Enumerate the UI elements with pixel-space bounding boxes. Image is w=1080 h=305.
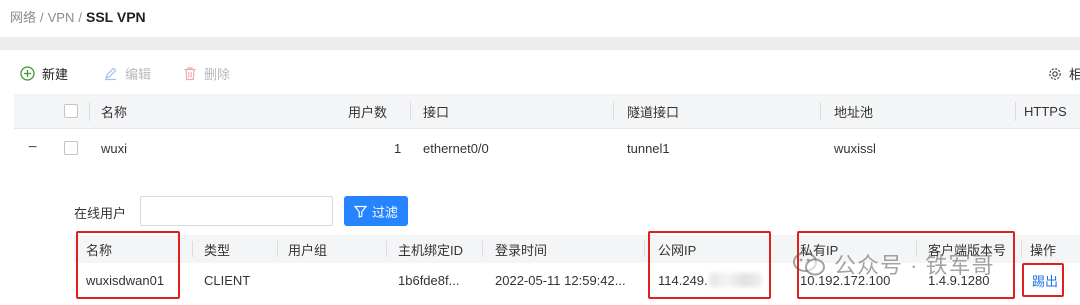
cell-name: wuxi xyxy=(101,140,128,156)
column-divider xyxy=(192,241,193,257)
column-divider xyxy=(89,102,90,121)
plus-circle-icon xyxy=(20,66,35,81)
new-button-label: 新建 xyxy=(42,67,69,82)
collapse-toggle[interactable]: − xyxy=(28,129,37,167)
filter-icon xyxy=(353,205,367,218)
section-divider xyxy=(0,37,1080,50)
select-all-checkbox[interactable] xyxy=(64,94,78,128)
column-divider xyxy=(277,241,278,257)
column-header-https[interactable]: HTTPS xyxy=(1024,94,1067,128)
highlight-box-kick-out xyxy=(1022,263,1064,297)
cell-pool: wuxissl xyxy=(834,140,876,156)
column-divider xyxy=(386,241,387,257)
highlight-box-name xyxy=(76,231,180,299)
trash-icon xyxy=(184,67,196,81)
column-header-interface[interactable]: 接口 xyxy=(423,94,449,128)
online-users-search-input[interactable] xyxy=(140,196,333,226)
column-divider xyxy=(1021,241,1022,257)
watermark: 公众号 · 铁军哥 xyxy=(792,248,995,280)
delete-button-label: 删除 xyxy=(204,67,231,82)
highlight-box-public-ip xyxy=(648,231,771,299)
column-header-users[interactable]: 用户数 xyxy=(348,94,387,128)
breadcrumb: 网络 / VPN / SSL VPN xyxy=(10,7,146,26)
cell-interface: ethernet0/0 xyxy=(423,140,489,156)
page-title: SSL VPN xyxy=(86,9,146,25)
cell-host-id: 1b6fde8f... xyxy=(398,272,460,288)
column-settings-button[interactable]: 相 xyxy=(1048,64,1080,83)
cell-users: 1 xyxy=(394,140,402,156)
column-header-type[interactable]: 类型 xyxy=(204,235,230,263)
column-header-action[interactable]: 操作 xyxy=(1030,235,1056,263)
column-header-login-time[interactable]: 登录时间 xyxy=(495,235,547,263)
filter-button-label: 过滤 xyxy=(371,204,398,220)
breadcrumb-separator: / xyxy=(40,10,44,25)
column-header-host-id[interactable]: 主机绑定ID xyxy=(398,235,463,263)
breadcrumb-network[interactable]: 网络 xyxy=(10,10,36,25)
online-users-panel: 在线用户 过滤 名称 类型 用户组 主机绑定ID 登录时间 公网IP 私有IP … xyxy=(14,167,1080,305)
column-header-tunnel[interactable]: 隧道接口 xyxy=(627,94,679,128)
column-divider xyxy=(820,102,821,121)
edit-button-label: 编辑 xyxy=(125,67,152,82)
edit-button[interactable]: 编辑 xyxy=(103,64,151,83)
table-row[interactable]: − wuxi 1 ethernet0/0 tunnel1 wuxissl xyxy=(14,129,1080,167)
cell-tunnel: tunnel1 xyxy=(627,140,670,156)
pencil-icon xyxy=(105,67,117,81)
vpn-table-header: 名称 用户数 接口 隧道接口 地址池 HTTPS xyxy=(14,94,1080,129)
column-divider xyxy=(1015,102,1016,121)
gear-icon xyxy=(1049,67,1061,80)
row-checkbox[interactable] xyxy=(64,129,78,167)
delete-button[interactable]: 删除 xyxy=(183,64,230,83)
column-header-name[interactable]: 名称 xyxy=(101,94,127,128)
watermark-text: 公众号 · 铁军哥 xyxy=(834,253,995,278)
toolbar: 新建 编辑 删除 相 xyxy=(0,50,1080,94)
wechat-icon xyxy=(793,252,825,276)
breadcrumb-separator: / xyxy=(78,10,82,25)
column-settings-label: 相 xyxy=(1069,67,1080,82)
cell-login-time: 2022-05-11 12:59:42... xyxy=(495,272,626,288)
column-divider xyxy=(482,241,483,257)
breadcrumb-vpn[interactable]: VPN xyxy=(48,10,75,25)
column-divider xyxy=(644,241,645,257)
column-divider xyxy=(613,102,614,121)
column-header-group[interactable]: 用户组 xyxy=(288,235,327,263)
filter-button[interactable]: 过滤 xyxy=(344,196,408,226)
column-divider xyxy=(410,102,411,121)
new-button[interactable]: 新建 xyxy=(20,64,68,83)
column-header-pool[interactable]: 地址池 xyxy=(834,94,873,128)
online-users-label: 在线用户 xyxy=(74,206,127,221)
cell-user-type: CLIENT xyxy=(204,272,251,288)
